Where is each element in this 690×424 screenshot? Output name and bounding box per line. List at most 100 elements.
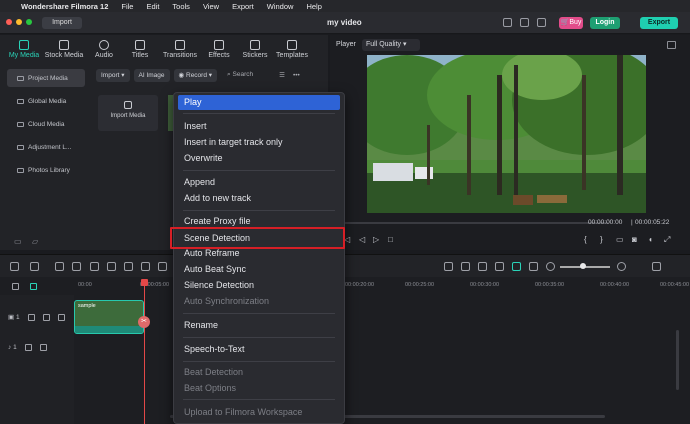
playhead[interactable]: [144, 279, 145, 424]
login-button[interactable]: Login: [590, 17, 620, 29]
filter-icon[interactable]: ☰: [279, 71, 285, 79]
stop-icon[interactable]: □: [388, 235, 393, 244]
eye-icon[interactable]: [57, 313, 65, 321]
media-search-input[interactable]: ⌕ Search: [227, 71, 253, 79]
menu-item-overwrite[interactable]: Overwrite: [178, 151, 340, 166]
export-button[interactable]: Export: [640, 17, 678, 29]
mark-in-icon[interactable]: {: [584, 235, 587, 244]
more-options-icon[interactable]: •••: [293, 72, 300, 79]
tab-titles[interactable]: Titles: [122, 37, 158, 67]
mic-icon[interactable]: [478, 262, 487, 271]
menu-export[interactable]: Export: [232, 2, 254, 11]
minimize-window-button[interactable]: [16, 19, 22, 25]
playback-progress[interactable]: [344, 222, 608, 224]
snapshot-icon[interactable]: [667, 41, 676, 49]
template-icon: [287, 40, 297, 50]
menu-item-add-new-track[interactable]: Add to new track: [178, 191, 340, 206]
timeline-vertical-scrollbar[interactable]: [676, 330, 679, 390]
crop-icon[interactable]: [141, 262, 150, 271]
menu-item-play[interactable]: Play: [178, 95, 340, 110]
media-import-button[interactable]: Import ▾: [96, 68, 130, 82]
audio-track-header: ♪ 1: [8, 344, 47, 351]
menu-item-speech-to-text[interactable]: Speech-to-Text: [178, 342, 340, 357]
ai-image-button[interactable]: AI Image: [133, 68, 170, 82]
split-scissors-icon[interactable]: ✂: [138, 316, 150, 328]
undo-icon[interactable]: [55, 262, 64, 271]
fullscreen-icon[interactable]: ⤢: [664, 235, 670, 245]
import-media-card[interactable]: Import Media: [98, 95, 158, 131]
folder-list: Project Media Global Media Cloud Media A…: [7, 69, 85, 229]
zoom-window-button[interactable]: [26, 19, 32, 25]
add-track-icon[interactable]: [12, 283, 19, 290]
folder-global-media[interactable]: Global Media: [7, 92, 85, 110]
menu-item-append[interactable]: Append: [178, 175, 340, 190]
tab-transitions[interactable]: Transitions: [158, 37, 202, 67]
zoom-slider-handle[interactable]: [580, 263, 586, 269]
delete-folder-icon[interactable]: ▱: [32, 237, 38, 246]
speaker-icon[interactable]: [42, 313, 50, 321]
tab-stickers[interactable]: Stickers: [236, 37, 274, 67]
more-tools-icon[interactable]: [158, 262, 167, 271]
ai-icon[interactable]: [512, 262, 521, 271]
speaker-icon[interactable]: [39, 344, 47, 351]
quality-select[interactable]: Full Quality ▾: [362, 39, 420, 51]
timeline-ruler[interactable]: 00:00 00:00:05:00 00:00:20:00 00:00:25:0…: [0, 279, 690, 293]
zoom-out-icon[interactable]: [546, 262, 555, 271]
display-icon[interactable]: ▭: [616, 235, 624, 244]
menu-item-auto-beat-sync[interactable]: Auto Beat Sync: [178, 262, 340, 277]
shield-icon[interactable]: [461, 262, 470, 271]
lock-icon[interactable]: [24, 344, 32, 351]
menu-edit[interactable]: Edit: [146, 2, 159, 11]
tab-audio[interactable]: Audio: [86, 37, 122, 67]
menu-window[interactable]: Window: [267, 2, 294, 11]
folder-cloud-media[interactable]: Cloud Media: [7, 115, 85, 133]
video-clip[interactable]: sample: [74, 300, 144, 334]
camera-icon[interactable]: ◙: [632, 235, 637, 244]
video-preview[interactable]: [367, 55, 646, 213]
top-import-button[interactable]: Import: [42, 17, 82, 29]
cut-icon[interactable]: [107, 262, 116, 271]
record-button[interactable]: ◉ Record ▾: [173, 68, 218, 82]
menu-app-name[interactable]: Wondershare Filmora 12: [21, 2, 108, 11]
tab-stock-media[interactable]: Stock Media: [42, 37, 86, 67]
menu-file[interactable]: File: [121, 2, 133, 11]
redo-icon[interactable]: [72, 262, 81, 271]
zoom-in-icon[interactable]: [617, 262, 626, 271]
tab-effects[interactable]: Effects: [202, 37, 236, 67]
player-label: Player: [336, 41, 356, 48]
folder-project-media[interactable]: Project Media: [7, 69, 85, 87]
menu-tools[interactable]: Tools: [172, 2, 190, 11]
rewind-icon[interactable]: ◁: [359, 235, 365, 244]
volume-icon[interactable]: ◖: [648, 235, 653, 244]
timeline-settings-icon[interactable]: [652, 262, 661, 271]
text-tool-icon[interactable]: [124, 262, 133, 271]
folder-photos-library[interactable]: Photos Library: [7, 161, 85, 179]
folder-adjustment-layer[interactable]: Adjustment L...: [7, 138, 85, 156]
menu-item-rename[interactable]: Rename: [178, 318, 340, 333]
delete-icon[interactable]: [90, 262, 99, 271]
mark-out-icon[interactable]: }: [600, 235, 603, 244]
layout-icon[interactable]: [10, 262, 19, 271]
menu-item-insert[interactable]: Insert: [178, 119, 340, 134]
tab-my-media[interactable]: My Media: [6, 37, 42, 67]
tab-templates[interactable]: Templates: [274, 37, 310, 67]
save-icon[interactable]: [520, 18, 529, 27]
select-tool-icon[interactable]: [30, 262, 39, 271]
audio-mix-icon[interactable]: [495, 262, 504, 271]
lock-icon[interactable]: [27, 313, 35, 321]
monitor-icon[interactable]: [503, 18, 512, 27]
menu-view[interactable]: View: [203, 2, 219, 11]
close-window-button[interactable]: [6, 19, 12, 25]
clip-audio-bar: [75, 326, 143, 333]
menu-help[interactable]: Help: [306, 2, 321, 11]
link-icon[interactable]: [30, 283, 37, 290]
buy-button[interactable]: 🛒Buy: [559, 17, 583, 29]
new-folder-icon[interactable]: ▭: [14, 237, 22, 246]
grid-icon[interactable]: [537, 18, 546, 27]
menu-item-insert-target-track[interactable]: Insert in target track only: [178, 135, 340, 150]
play-icon[interactable]: ▷: [373, 235, 379, 244]
render-icon[interactable]: [444, 262, 453, 271]
menu-item-silence-detection[interactable]: Silence Detection: [178, 278, 340, 293]
playhead-handle[interactable]: [141, 279, 148, 286]
effects-tool-icon[interactable]: [529, 262, 538, 271]
